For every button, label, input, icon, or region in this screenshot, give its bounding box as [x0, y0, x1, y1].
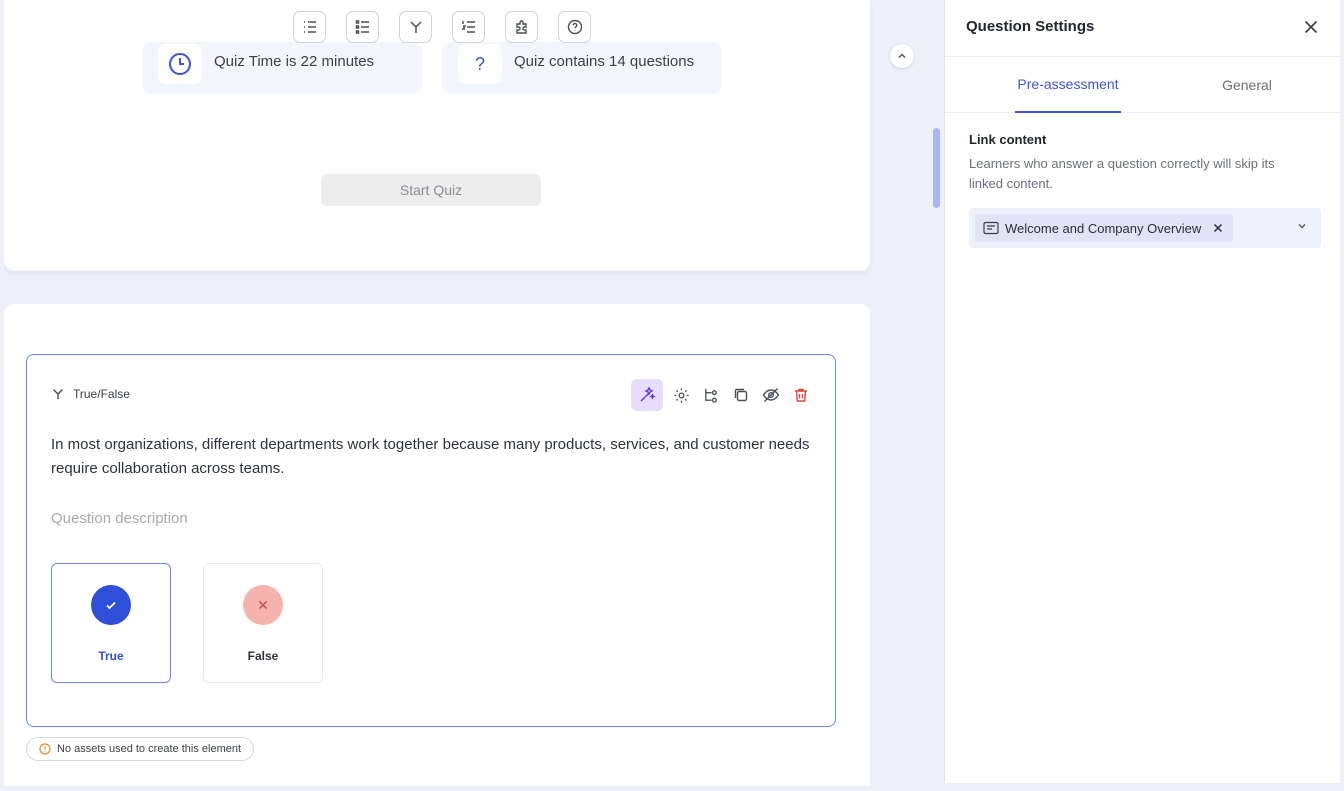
panel-title: Question Settings [966, 18, 1095, 35]
quiz-time-info: Quiz Time is 22 minutes [142, 42, 422, 94]
option-false[interactable]: False [203, 563, 323, 683]
bullet-list-icon[interactable] [346, 11, 379, 43]
gear-icon [673, 387, 689, 403]
puzzle-icon[interactable] [505, 11, 538, 43]
collapse-up-button[interactable] [890, 44, 914, 68]
eye-off-icon [762, 388, 780, 402]
panel-tabs: Pre-assessment General [945, 56, 1341, 113]
app-frame: Quiz Time is 22 minutes ? Quiz contains … [0, 0, 1344, 791]
question-editor[interactable]: True/False In most organizations, differ… [26, 354, 836, 727]
chevron-down-icon[interactable] [1297, 220, 1307, 234]
question-card: True/False In most organizations, differ… [4, 304, 870, 786]
question-type: True/False [51, 387, 130, 401]
trash-icon [795, 388, 807, 402]
close-panel-button[interactable] [1300, 16, 1322, 38]
question-mark-icon: ? [458, 44, 502, 84]
editor-canvas: Quiz Time is 22 minutes ? Quiz contains … [4, 0, 944, 786]
quiz-questions-info: ? Quiz contains 14 questions [442, 42, 722, 94]
canvas-scrollbar[interactable] [933, 128, 940, 208]
tab-general[interactable]: General [1201, 57, 1293, 113]
option-true-label: True [98, 649, 124, 663]
asset-note-badge: No assets used to create this element [26, 737, 255, 761]
question-text[interactable]: In most organizations, different departm… [51, 433, 821, 481]
tab-pre-assessment[interactable]: Pre-assessment [1015, 57, 1121, 113]
question-type-label: True/False [73, 387, 130, 401]
linked-content-select[interactable]: Welcome and Company Overview [969, 208, 1321, 248]
link-content-title: Link content [969, 132, 1047, 147]
clock-icon [158, 44, 202, 84]
question-actions [631, 379, 813, 411]
help-icon[interactable] [558, 11, 591, 43]
delete-button[interactable] [789, 383, 813, 407]
check-icon [91, 585, 131, 625]
settings-button[interactable] [669, 383, 693, 407]
question-settings-panel: Question Settings Pre-assessment General… [944, 0, 1341, 783]
hide-button[interactable] [759, 383, 783, 407]
content-card-icon [983, 221, 999, 235]
selected-content-chip: Welcome and Company Overview [975, 214, 1234, 242]
quiz-time-text: Quiz Time is 22 minutes [214, 52, 375, 70]
info-warning-icon [39, 743, 51, 755]
option-true[interactable]: True [51, 563, 171, 683]
asset-note-text: No assets used to create this element [57, 743, 242, 755]
list-icon[interactable] [293, 11, 326, 43]
copy-icon [734, 388, 748, 402]
selected-content-label: Welcome and Company Overview [1005, 220, 1202, 236]
branch-icon [53, 389, 63, 400]
option-false-label: False [247, 649, 279, 663]
flow-icon [704, 388, 717, 403]
remove-content-icon[interactable] [1213, 221, 1223, 236]
ai-magic-wand-button[interactable] [631, 379, 663, 411]
link-content-description: Learners who answer a question correctly… [969, 156, 1275, 191]
duplicate-button[interactable] [729, 383, 753, 407]
block-toolbar [293, 11, 591, 43]
branch-icon[interactable] [399, 11, 432, 43]
x-icon [243, 585, 283, 625]
numbered-list-icon[interactable] [452, 11, 485, 43]
quiz-questions-text: Quiz contains 14 questions [514, 52, 695, 70]
branching-button[interactable] [699, 383, 723, 407]
magic-wand-icon [640, 386, 656, 402]
close-icon [1304, 20, 1318, 34]
start-quiz-button[interactable]: Start Quiz [321, 174, 541, 206]
question-description-input[interactable] [51, 510, 551, 527]
